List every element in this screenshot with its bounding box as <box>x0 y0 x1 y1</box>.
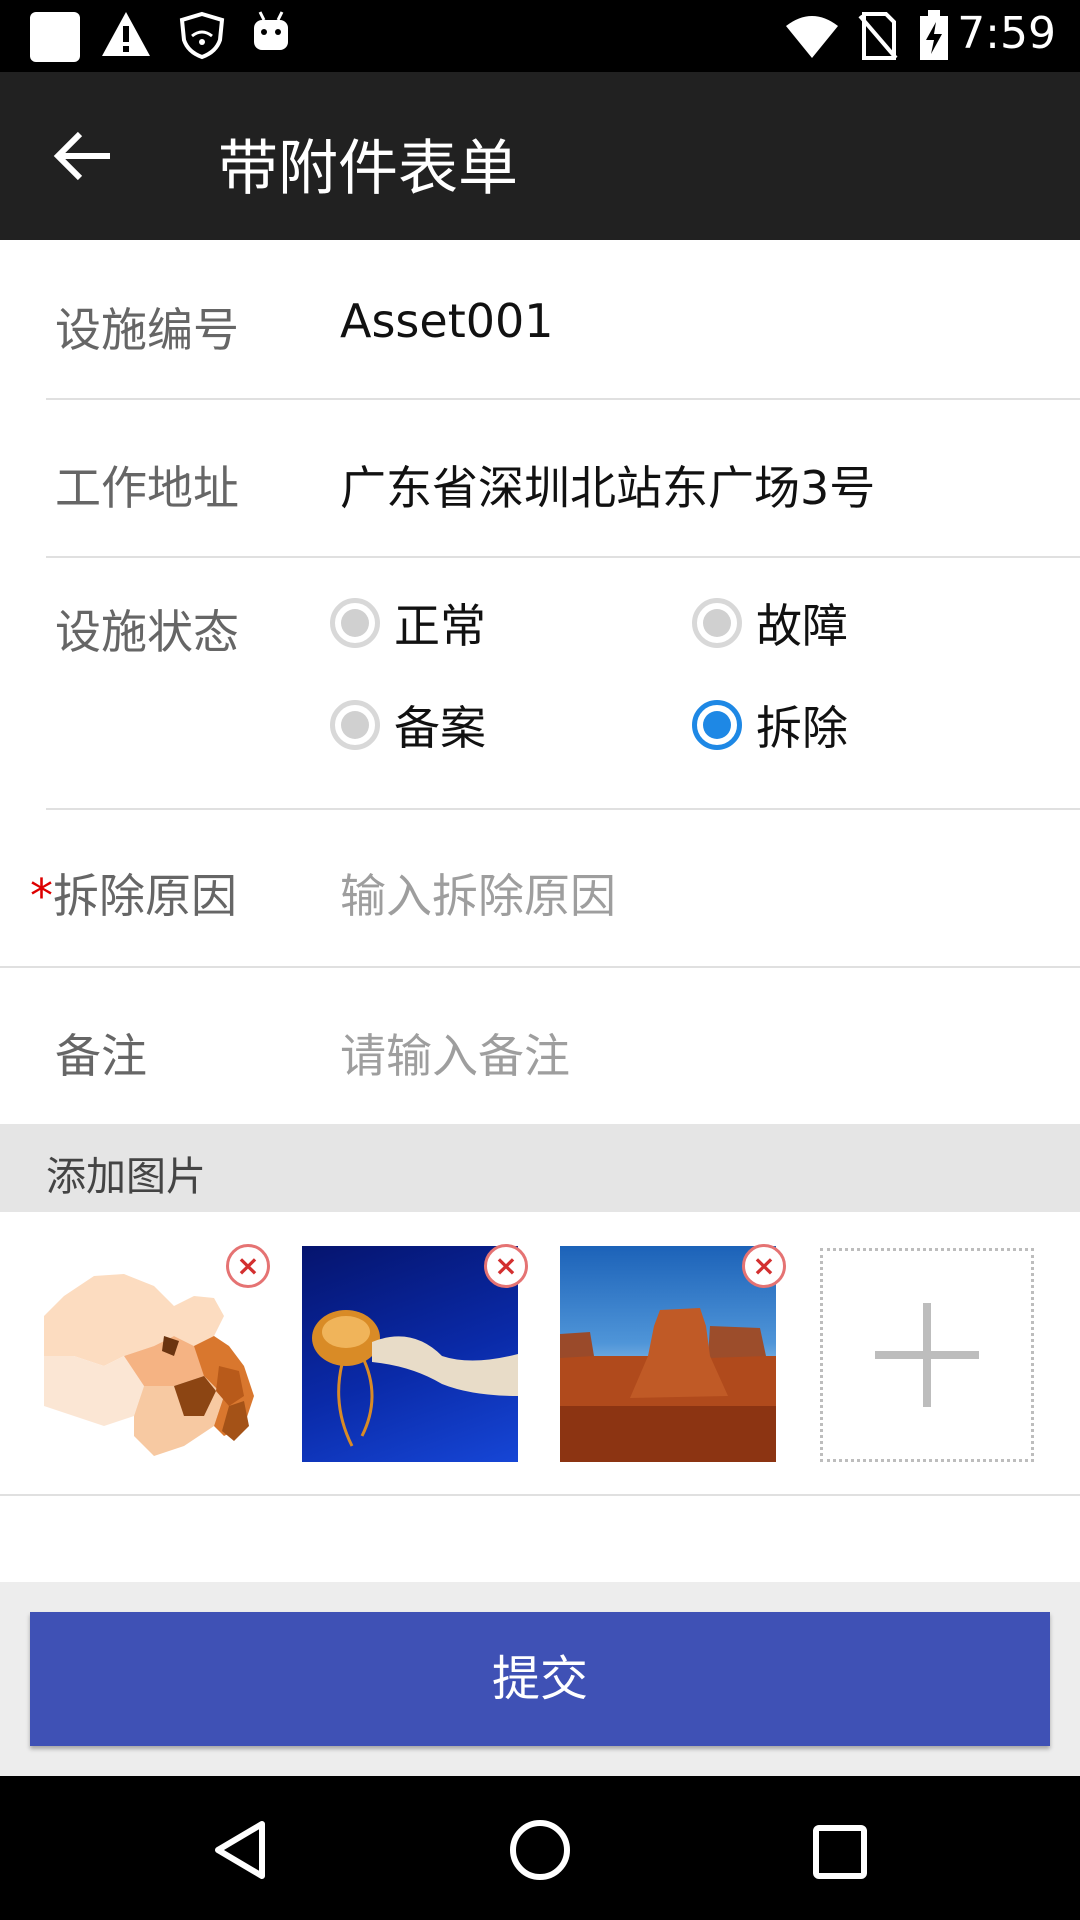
section-header: 添加图片 <box>0 1124 1080 1212</box>
radio-removed-label: 拆除 <box>756 701 848 755</box>
warning-icon <box>102 12 150 56</box>
china-map-image[interactable] <box>44 1246 260 1462</box>
radio-circle <box>692 598 742 648</box>
add-image-button[interactable] <box>820 1248 1034 1462</box>
status-label: 设施状态 <box>55 605 239 659</box>
page-title: 带附件表单 <box>218 134 518 204</box>
address-value[interactable]: 广东省深圳北站东广场3号 <box>340 452 875 518</box>
jellyfish-graphic <box>312 1310 518 1447</box>
radio-filed[interactable]: 备案 <box>330 692 486 758</box>
back-arrow-icon[interactable] <box>44 116 124 196</box>
recents-square-icon[interactable] <box>812 1824 868 1880</box>
remark-label: 备注 <box>55 1029 147 1083</box>
add-images-title: 添加图片 <box>46 1154 206 1200</box>
shield-wifi-icon <box>179 11 225 60</box>
status-bar: 7:59 <box>0 0 1080 72</box>
radio-fault[interactable]: 故障 <box>692 590 848 656</box>
reason-row: *拆除原因 输入拆除原因 <box>0 810 1080 966</box>
remark-row: 备注 请输入备注 <box>0 968 1080 1124</box>
bottom-bar: 提交 <box>0 1582 1080 1776</box>
radio-circle <box>330 700 380 750</box>
status-row: 设施状态 正常 故障 备案 拆除 <box>0 558 1080 808</box>
jellyfish-image[interactable] <box>302 1246 518 1462</box>
remark-input[interactable]: 请输入备注 <box>340 1020 570 1086</box>
desert-butte-graphic <box>560 1308 776 1462</box>
radio-normal-label: 正常 <box>394 599 486 653</box>
reason-label: *拆除原因 <box>30 860 237 926</box>
remove-image-button[interactable]: × <box>484 1244 528 1288</box>
asset-no-label: 设施编号 <box>55 303 239 357</box>
china-map-graphic <box>44 1274 254 1456</box>
radio-circle-checked <box>692 700 742 750</box>
navigation-bar <box>0 1776 1080 1920</box>
reason-label-text: 拆除原因 <box>53 869 237 923</box>
clock: 7:59 <box>957 8 1056 59</box>
radio-filed-label: 备案 <box>394 701 486 755</box>
radio-normal[interactable]: 正常 <box>330 590 486 656</box>
app-bar: 带附件表单 <box>0 72 1080 240</box>
android-icon <box>254 11 288 50</box>
wifi-icon <box>786 16 838 58</box>
required-mark: * <box>30 869 53 923</box>
plus-icon <box>875 1303 979 1407</box>
reason-input[interactable]: 输入拆除原因 <box>340 860 616 926</box>
asset-no-row: 设施编号 Asset001 <box>0 240 1080 398</box>
battery-charging-icon <box>920 10 948 60</box>
radio-circle <box>330 598 380 648</box>
home-circle-icon[interactable] <box>508 1818 572 1882</box>
address-label: 工作地址 <box>55 461 239 515</box>
asset-no-value[interactable]: Asset001 <box>340 294 554 348</box>
radio-removed[interactable]: 拆除 <box>692 692 848 758</box>
back-triangle-icon[interactable] <box>212 1820 268 1880</box>
submit-button[interactable]: 提交 <box>30 1612 1050 1746</box>
address-row: 工作地址 广东省深圳北站东广场3号 <box>0 400 1080 556</box>
radio-fault-label: 故障 <box>756 599 848 653</box>
desert-butte-image[interactable] <box>560 1246 776 1462</box>
notification-square-icon <box>30 12 80 62</box>
remove-image-button[interactable]: × <box>742 1244 786 1288</box>
no-sim-icon <box>858 12 898 60</box>
divider <box>0 1494 1080 1496</box>
remove-image-button[interactable]: × <box>226 1244 270 1288</box>
